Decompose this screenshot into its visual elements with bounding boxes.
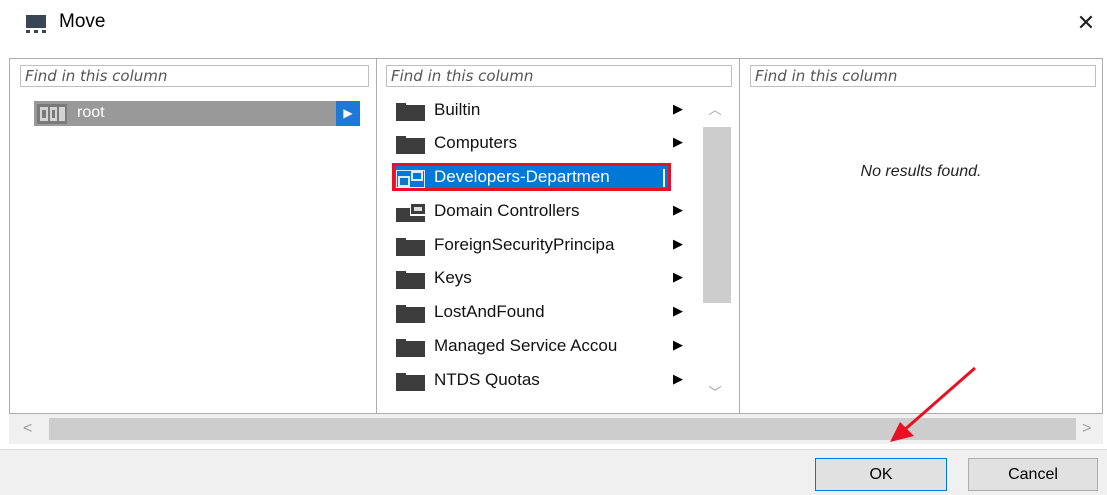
dialog-title: Move — [59, 11, 106, 32]
empty-message: No results found. — [860, 163, 982, 180]
column-3-search-input[interactable] — [750, 65, 1096, 87]
organizational-unit-icon — [396, 170, 425, 188]
folder-icon — [396, 136, 425, 154]
list-item-root[interactable]: root ▶ — [34, 101, 360, 126]
folder-icon — [396, 339, 425, 357]
expand-arrow-icon[interactable]: ▶ — [336, 101, 360, 126]
list-item-managed-service-accounts[interactable]: Managed Service Accou ▶ — [390, 333, 694, 361]
column-2-search-input[interactable] — [386, 65, 732, 87]
expand-arrow-icon[interactable]: ▶ — [673, 202, 683, 218]
folder-icon — [396, 103, 425, 121]
rename-input[interactable]: Developers-Departmen — [434, 167, 664, 187]
ok-button[interactable]: OK — [815, 458, 947, 491]
text-caret — [663, 169, 665, 187]
expand-arrow-icon[interactable]: ▶ — [673, 101, 683, 117]
list-item-label: NTDS Quotas — [434, 370, 540, 389]
list-item-ntds-quotas[interactable]: NTDS Quotas ▶ — [390, 367, 694, 395]
list-item-domain-controllers[interactable]: Domain Controllers ▶ — [390, 198, 694, 226]
list-item-label: Domain Controllers — [434, 201, 580, 220]
list-item-developers-department[interactable]: Developers-Departmen — [390, 163, 694, 192]
folder-icon — [396, 271, 425, 289]
list-item-lost-and-found[interactable]: LostAndFound ▶ — [390, 299, 694, 327]
domain-root-icon — [37, 104, 67, 124]
list-item-label: Managed Service Accou — [434, 336, 618, 355]
scroll-left-icon[interactable]: < — [23, 420, 32, 438]
expand-arrow-icon[interactable]: ▶ — [673, 236, 683, 252]
close-icon[interactable]: ✕ — [1072, 9, 1100, 37]
scroll-up-icon[interactable]: ︿ — [700, 99, 730, 119]
expand-arrow-icon[interactable]: ▶ — [673, 337, 683, 353]
folder-icon — [396, 238, 425, 256]
vertical-scrollbar[interactable]: ︿ ﹀ — [700, 99, 731, 404]
list-item-label: LostAndFound — [434, 302, 545, 321]
container-list: Builtin ▶ Computers ▶ Developers-Departm… — [390, 97, 694, 407]
list-item-foreign-security-principals[interactable]: ForeignSecurityPrincipa ▶ — [390, 232, 694, 260]
title-bar: Move ✕ — [0, 0, 1107, 48]
annotation-arrow-icon — [890, 366, 976, 442]
scroll-down-icon[interactable]: ﹀ — [700, 382, 730, 402]
cancel-button[interactable]: Cancel — [968, 458, 1098, 491]
column-root: root ▶ — [10, 59, 377, 415]
organizational-unit-icon — [396, 204, 425, 222]
expand-arrow-icon[interactable]: ▶ — [673, 134, 683, 150]
expand-arrow-icon[interactable]: ▶ — [673, 371, 683, 387]
expand-arrow-icon[interactable]: ▶ — [673, 269, 683, 285]
list-item-builtin[interactable]: Builtin ▶ — [390, 97, 694, 125]
move-icon — [26, 15, 46, 33]
folder-icon — [396, 373, 425, 391]
scrollbar-thumb[interactable] — [703, 127, 731, 303]
list-item-label: root — [77, 104, 105, 121]
list-item-label: ForeignSecurityPrincipa — [434, 235, 615, 254]
expand-arrow-icon[interactable]: ▶ — [673, 303, 683, 319]
folder-icon — [396, 305, 425, 323]
list-item-label: Builtin — [434, 100, 481, 119]
column-root-children: Builtin ▶ Computers ▶ Developers-Departm… — [377, 59, 740, 415]
dialog-footer: OK Cancel — [0, 449, 1107, 495]
scroll-right-icon[interactable]: > — [1082, 420, 1091, 438]
list-item-label: Computers — [434, 133, 518, 152]
list-item-label: Keys — [434, 268, 472, 287]
list-item-keys[interactable]: Keys ▶ — [390, 265, 694, 293]
list-item-computers[interactable]: Computers ▶ — [390, 130, 694, 158]
column-1-search-input[interactable] — [20, 65, 369, 87]
